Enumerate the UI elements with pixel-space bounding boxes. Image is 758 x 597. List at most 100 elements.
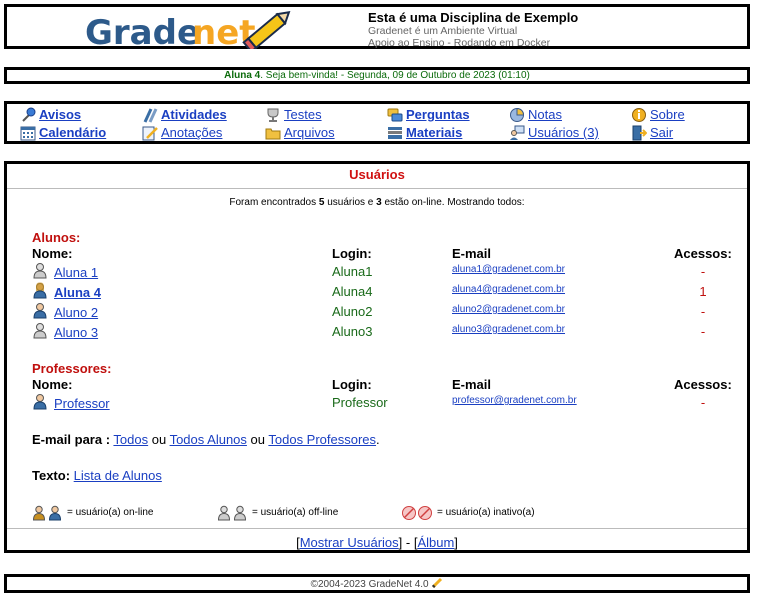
info-icon: [632, 108, 646, 122]
user-name-link[interactable]: Aluna 1: [54, 265, 98, 280]
email-all-teachers-link[interactable]: Todos Professores: [268, 432, 376, 447]
welcome-user: Aluna 4: [224, 70, 261, 81]
user-login: Aluna4: [332, 284, 373, 299]
user-name-link[interactable]: Aluno 2: [54, 305, 98, 320]
bottom-links: [Mostrar Usuários] - [Álbum]: [7, 528, 747, 550]
user-online-female-icon: [33, 282, 47, 299]
menu-link-anotacoes[interactable]: Anotações: [161, 125, 222, 141]
col-header-acessos: Acessos:: [674, 246, 732, 261]
menu-link-atividades[interactable]: Atividades: [161, 107, 227, 123]
page-title: Usuários: [7, 164, 747, 189]
pencil-icon: [432, 577, 443, 589]
user-offline-icon: [33, 323, 47, 339]
exit-door-icon: [632, 125, 647, 141]
user-email-link[interactable]: aluno2@gradenet.com.br: [452, 304, 565, 315]
user-login: Aluno2: [332, 304, 373, 319]
user-online-icon: [32, 505, 62, 521]
users-panel: Usuários Foram encontrados 5 usuários e …: [4, 161, 750, 553]
welcome-bar: Aluna 4. Seja bem-vinda! - Segunda, 09 d…: [4, 67, 750, 84]
main-menu: Avisos Atividades Testes Perguntas Notas…: [4, 101, 750, 144]
table-row: Aluno 2 Aluno2 aluno2@gradenet.com.br -: [32, 302, 732, 320]
logo-text-grade: Grade: [85, 13, 200, 49]
menu-link-notas[interactable]: Notas: [528, 107, 562, 123]
table-row: Aluno 3 Aluno3 aluno3@gradenet.com.br -: [32, 322, 732, 340]
pencils-icon: [143, 108, 158, 123]
menu-link-arquivos[interactable]: Arquivos: [284, 125, 335, 141]
col-header-nome: Nome:: [32, 246, 73, 261]
menu-link-materiais[interactable]: Materiais: [406, 125, 462, 141]
email-all-students-link[interactable]: Todos Alunos: [170, 432, 247, 447]
col-header-acessos: Acessos:: [674, 377, 732, 392]
menu-link-usuarios[interactable]: Usuários (3): [528, 125, 599, 141]
menu-link-perguntas[interactable]: Perguntas: [406, 107, 470, 123]
user-name-link[interactable]: Aluna 4: [54, 285, 101, 300]
user-online-icon: [33, 303, 47, 319]
email-to-label: E-mail para :: [32, 432, 111, 447]
legend-inactive-text: = usuário(a) inativo(a): [437, 507, 535, 518]
table-row: Aluna 4 Aluna4 aluna4@gradenet.com.br 1: [32, 282, 732, 300]
summary-suffix: estão on-line. Mostrando todos:: [381, 197, 525, 208]
menu-link-testes[interactable]: Testes: [284, 107, 322, 123]
summary-prefix: Foram encontrados: [229, 197, 319, 208]
course-info: Esta é uma Disciplina de Exemplo Gradene…: [368, 10, 578, 49]
pin-icon: [22, 107, 36, 122]
menu-link-calendario[interactable]: Calendário: [39, 125, 106, 141]
show-users-link[interactable]: Mostrar Usuários: [300, 535, 399, 550]
course-subtitle-2: Apoio ao Ensino - Rodando em Docker: [368, 37, 551, 49]
professores-heading: Professores:: [32, 361, 112, 376]
alunos-heading: Alunos:: [32, 230, 81, 245]
user-email-link[interactable]: aluna4@gradenet.com.br: [452, 284, 565, 295]
table-row: Aluna 1 Aluna1 aluna1@gradenet.com.br -: [32, 262, 732, 280]
menu-link-sobre[interactable]: Sobre: [650, 107, 685, 123]
welcome-text: . Seja bem-vinda! - Segunda, 09 de Outub…: [260, 70, 530, 81]
gradenet-logo: Grade net: [85, 9, 295, 54]
col-header-email: E-mail: [452, 246, 492, 261]
menu-link-avisos[interactable]: Avisos: [39, 107, 81, 123]
user-access-count: -: [700, 324, 706, 339]
col-header-nome: Nome:: [32, 377, 73, 392]
user-access-count: 1: [699, 284, 707, 299]
user-login: Aluno3: [332, 324, 373, 339]
text-line: Texto: Lista de Alunos: [32, 468, 162, 483]
users-computer-icon: [510, 125, 525, 140]
user-access-count: -: [700, 395, 706, 410]
legend-offline-text: = usuário(a) off-line: [252, 507, 339, 518]
speech-bubbles-icon: [387, 108, 403, 122]
user-email-link[interactable]: aluna1@gradenet.com.br: [452, 264, 565, 275]
user-email-link[interactable]: aluno3@gradenet.com.br: [452, 324, 565, 335]
col-header-login: Login:: [332, 377, 372, 392]
email-dot: .: [376, 432, 380, 447]
user-name-link[interactable]: Professor: [54, 396, 110, 411]
menu-link-sair[interactable]: Sair: [650, 125, 673, 141]
album-link[interactable]: Álbum: [417, 535, 454, 550]
user-offline-icon: [33, 263, 47, 279]
user-inactive-icon: [402, 506, 432, 520]
text-label: Texto:: [32, 468, 71, 483]
user-name-link[interactable]: Aluno 3: [54, 325, 98, 340]
pie-chart-icon: [510, 107, 525, 122]
user-access-count: -: [700, 304, 706, 319]
user-email-link[interactable]: professor@gradenet.com.br: [452, 395, 577, 406]
bracket-close: ]: [454, 535, 458, 550]
notepad-pencil-icon: [142, 126, 158, 141]
email-to-line: E-mail para : Todos ou Todos Alunos ou T…: [32, 432, 380, 447]
users-summary: Foram encontrados 5 usuários e 3 estão o…: [7, 197, 747, 208]
user-login: Professor: [332, 395, 388, 410]
table-row: Professor Professor professor@gradenet.c…: [32, 393, 732, 411]
folder-icon: [265, 128, 281, 140]
email-or-1: ou: [148, 432, 170, 447]
bracket-sep: ] - [: [398, 535, 418, 550]
summary-mid: usuários e: [324, 197, 377, 208]
books-icon: [388, 127, 402, 139]
user-online-icon: [33, 394, 47, 410]
col-header-login: Login:: [332, 246, 372, 261]
col-header-email: E-mail: [452, 377, 492, 392]
email-or-2: ou: [246, 432, 269, 447]
header-panel: Grade net Esta é uma Disciplina de Exemp…: [4, 4, 750, 54]
footer: ©2004-2023 GradeNet 4.0: [4, 574, 750, 593]
footer-text: ©2004-2023 GradeNet 4.0: [310, 579, 429, 590]
student-list-link[interactable]: Lista de Alunos: [74, 468, 162, 483]
user-login: Aluna1: [332, 264, 373, 279]
email-all-link[interactable]: Todos: [113, 432, 148, 447]
trophy-icon: [267, 108, 279, 122]
